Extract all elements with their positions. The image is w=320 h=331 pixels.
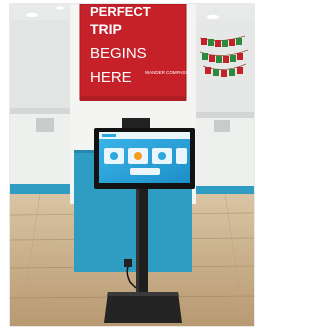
poster-line3: BEGINS: [90, 45, 147, 62]
photo-frame: PERFECT TRIP BEGINS HERE WANDER COMPASS: [0, 0, 262, 331]
photo-scene: PERFECT TRIP BEGINS HERE WANDER COMPASS: [0, 0, 262, 331]
poster-brand: WANDER COMPASS: [145, 70, 188, 75]
poster: PERFECT TRIP BEGINS HERE WANDER COMPASS: [79, 3, 188, 101]
poster-line1: PERFECT: [90, 4, 151, 19]
poster-line2: TRIP: [90, 21, 122, 37]
poster-line4: HERE: [90, 69, 132, 86]
